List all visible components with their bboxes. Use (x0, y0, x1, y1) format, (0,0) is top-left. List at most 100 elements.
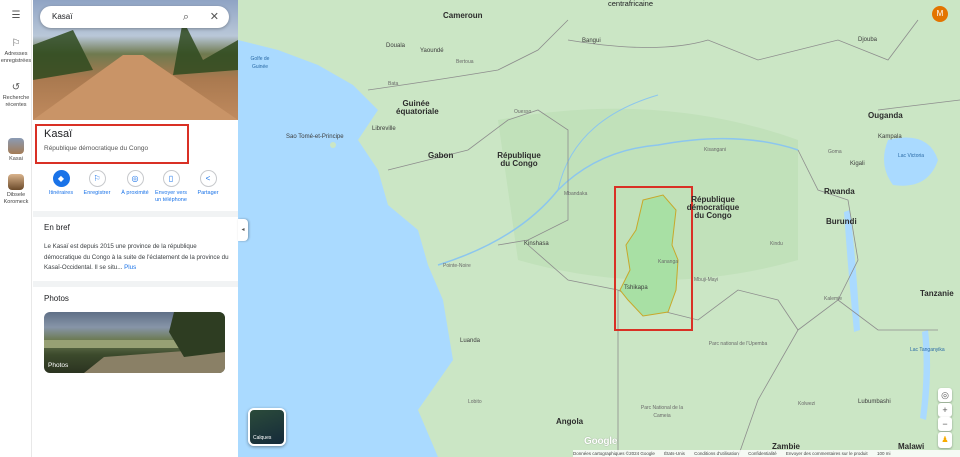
privacy-link[interactable]: Confidentialité (748, 451, 777, 456)
saved-places-button[interactable]: ⚐ Adresses enregistrées (0, 38, 32, 65)
city-label: Mbuji-Mayi (694, 277, 719, 283)
city-label: Kalemie (824, 296, 843, 302)
recent-kasai-label: Kasai (9, 156, 23, 162)
save-label: Enregistrer (83, 190, 111, 196)
map-terrain (238, 0, 960, 457)
park-label: Parc national de l'Upemba (708, 341, 768, 347)
layers-button[interactable]: Calques (248, 408, 286, 446)
feedback-link[interactable]: Envoyer des commentaires sur le produit (786, 451, 868, 456)
map-data-credit: Données cartographiques ©2024 Google (573, 451, 655, 456)
terms-link[interactable]: Conditions d'utilisation (694, 451, 739, 456)
chevron-left-icon: ◂ (241, 227, 245, 233)
city-label: Kigali (850, 161, 865, 167)
map-canvas[interactable]: centrafricaine Cameroun Guinée équatoria… (238, 0, 960, 457)
city-label: Lubumbashi (858, 399, 891, 405)
zoom-in-button[interactable]: + (938, 403, 952, 417)
place-panel: Kasaï République démocratique du Congo ◆… (33, 0, 238, 457)
share-icon: < (199, 170, 217, 187)
province-highlight-box (614, 186, 693, 331)
scale-label: 100 mi (876, 451, 891, 456)
country-label: Burundi (826, 217, 857, 226)
account-avatar[interactable]: M (932, 6, 948, 22)
water-label: Lac Tanganyika (910, 347, 945, 353)
history-icon: ↺ (11, 82, 21, 93)
photos-heading: Photos (44, 294, 69, 303)
nearby-button[interactable]: ◎ À proximité (117, 170, 153, 197)
country-label: Ouganda (868, 111, 903, 120)
phone-icon: ▯ (162, 170, 180, 187)
city-label: Bata (388, 81, 399, 87)
search-box[interactable]: Kasaï ⌕ ✕ (40, 6, 229, 28)
city-label: Kisangani (704, 147, 726, 153)
nearby-icon: ◎ (126, 170, 144, 187)
country-label: Cameroun (443, 11, 483, 20)
place-thumbnail (8, 174, 24, 190)
country-label: Tanzanie (920, 289, 954, 298)
recent-searches-button[interactable]: ↺ Recherche récentes (0, 82, 32, 109)
close-icon[interactable]: ✕ (210, 6, 219, 28)
action-bar: ◆ Itinéraires ⚐ Enregistrer ◎ À proximit… (33, 170, 238, 210)
saved-places-label: Adresses enregistrées (0, 51, 32, 64)
map-footer: Données cartographiques ©2024 Google Éta… (573, 450, 960, 457)
country-label: centrafricaine (608, 0, 654, 8)
photos-thumbnail[interactable]: Photos (44, 312, 225, 373)
island-label: Sao Tomé-et-Principe (286, 134, 344, 140)
city-label: Goma (828, 149, 842, 155)
country-label: Guinée équatoriale (396, 99, 439, 116)
park-label: Parc National de la Cameia (640, 405, 684, 419)
search-input[interactable]: Kasaï (52, 6, 72, 28)
country-label: Rwanda (824, 187, 855, 196)
city-label: Lobito (468, 399, 482, 405)
zoom-out-button[interactable]: − (938, 417, 952, 431)
location-button[interactable]: ◎ (938, 388, 952, 402)
water-label: Golfe de Guinée (250, 56, 270, 70)
place-subtitle: République démocratique du Congo (44, 145, 149, 152)
collapse-panel-button[interactable]: ◂ (238, 219, 248, 241)
pegman-icon: ♟ (941, 435, 949, 444)
city-label: Douala (386, 43, 406, 49)
place-title: Kasaï (44, 128, 73, 140)
menu-button[interactable]: ☰ (0, 10, 32, 23)
divider (33, 211, 238, 217)
street-view-button[interactable]: ♟ (938, 432, 952, 448)
city-label: Pointe-Noire (443, 263, 471, 269)
overview-heading: En bref (44, 223, 70, 232)
minus-icon: − (942, 419, 948, 429)
city-label: Mbandaka (564, 191, 588, 197)
plus-icon: + (942, 405, 948, 415)
water-label: Lac Victoria (898, 153, 925, 159)
city-label: Libreville (372, 126, 396, 132)
kasai-thumbnail (8, 138, 24, 154)
city-label: Kampala (878, 134, 902, 140)
send-to-phone-button[interactable]: ▯ Envoyer vers un téléphone (153, 170, 189, 204)
search-icon[interactable]: ⌕ (183, 6, 189, 28)
country-label: République démocratique du Congo (686, 195, 740, 220)
save-button[interactable]: ⚐ Enregistrer (79, 170, 115, 197)
city-label: Bangui (582, 38, 601, 44)
share-button[interactable]: < Partager (190, 170, 226, 197)
menu-icon: ☰ (11, 10, 21, 21)
directions-label: Itinéraires (48, 190, 74, 196)
country-label: Angola (556, 417, 584, 426)
overview-body: Le Kasaï est depuis 2015 une province de… (44, 243, 229, 271)
city-label: Tshikapa (624, 285, 648, 291)
directions-icon: ◆ (52, 170, 70, 187)
city-label: Kindu (770, 241, 783, 247)
city-label: Yaoundé (420, 48, 444, 54)
overview-text: Le Kasaï est depuis 2015 une province de… (44, 242, 229, 274)
city-label: Kananga (658, 259, 679, 265)
recent-searches-label: Recherche récentes (2, 95, 30, 108)
recent-kasai-item[interactable]: Kasai (0, 138, 32, 163)
country-label: République du Congo (497, 151, 541, 168)
more-link[interactable]: Plus (124, 264, 136, 271)
photo-image (44, 312, 225, 373)
directions-button[interactable]: ◆ Itinéraires (43, 170, 79, 197)
city-label: Bertoua (456, 59, 474, 65)
city-label: Kolwezi (798, 401, 816, 407)
city-label: Luanda (460, 338, 481, 344)
city-label: Djouba (858, 37, 878, 43)
recent-place-item[interactable]: Dibsele Koromeck (0, 174, 32, 206)
side-rail: ☰ ⚐ Adresses enregistrées ↺ Recherche ré… (0, 0, 32, 457)
region-link[interactable]: États-Unis (664, 451, 685, 456)
recent-place-label: Dibsele Koromeck (3, 192, 29, 205)
